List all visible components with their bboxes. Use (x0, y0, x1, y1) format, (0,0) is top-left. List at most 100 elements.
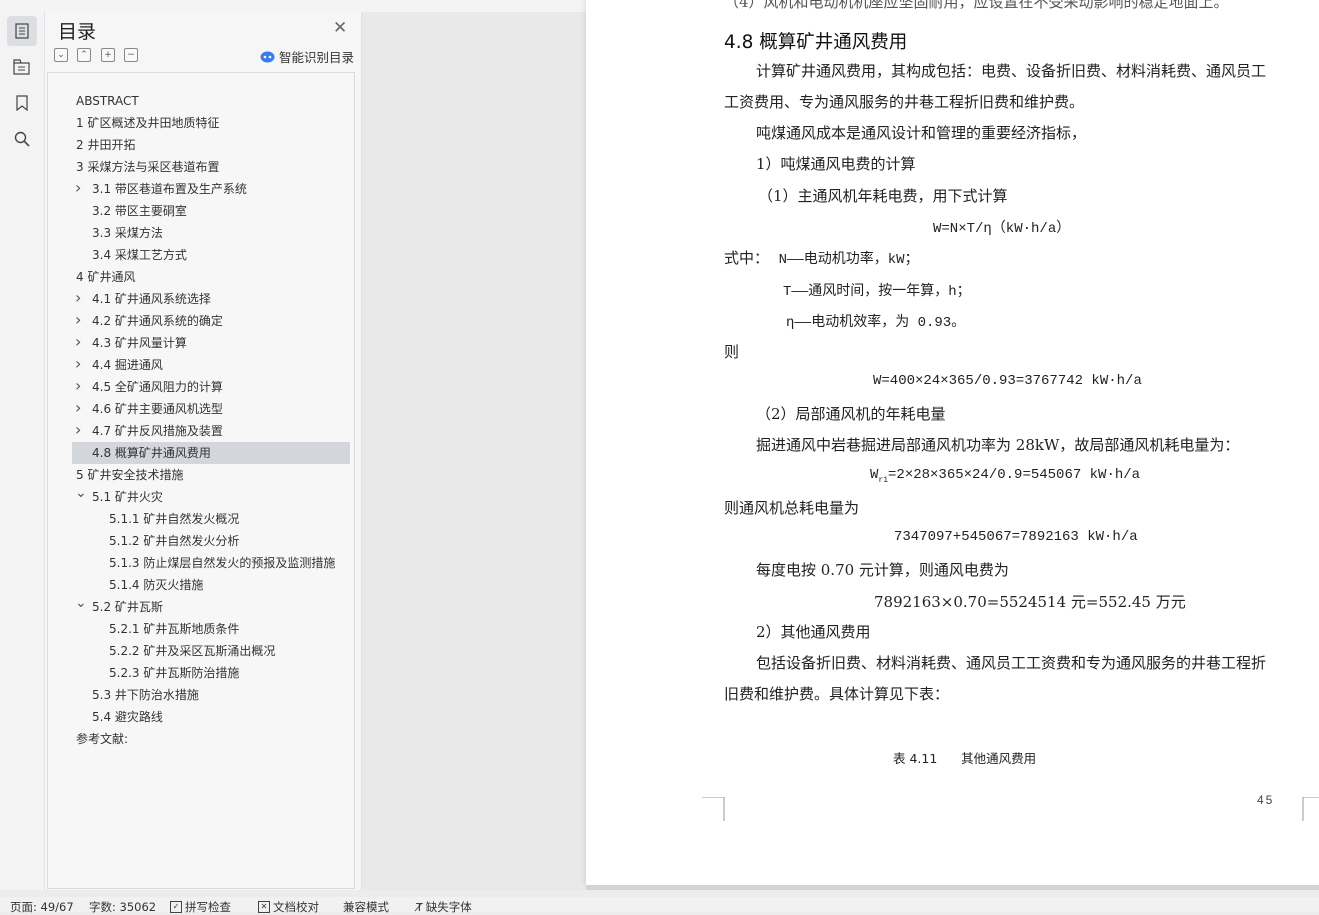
toc-item[interactable]: 参考文献: (72, 728, 350, 750)
document-page[interactable]: （4）风机和电动机机座应坚固耐用，应设置在不受采动影响的稳定地面上。 4.8 概… (586, 0, 1319, 885)
variable-definition: N——电动机功率，kW； (778, 252, 919, 268)
smart-toc-button[interactable]: 智能识别目录 (260, 47, 354, 66)
toc-list: ABSTRACT›1 矿区概述及井田地质特征›2 井田开拓⌄3 采煤方法与采区巷… (47, 72, 355, 889)
toc-item[interactable]: › 4.5 全矿通风阻力的计算 (72, 376, 350, 398)
proofread-icon: ✕ (258, 901, 270, 913)
word-count[interactable]: 字数: 35062 (89, 899, 156, 915)
where-prefix: 式中： (724, 249, 770, 267)
toc-item[interactable]: 4.8 概算矿井通风费用 (72, 442, 350, 464)
chevron-down-icon[interactable]: ⌄ (75, 486, 87, 504)
toc-item-label: 3.4 采煤工艺方式 (92, 248, 187, 262)
page-count[interactable]: 页面: 49/67 (10, 899, 74, 915)
toc-item[interactable]: ⌄5 矿井安全技术措施 (72, 464, 350, 486)
toc-item[interactable]: 5.4 避灾路线 (72, 706, 350, 728)
list-item-heading: 2）其他通风费用 (756, 623, 871, 641)
toc-item[interactable]: ⌄3 采煤方法与采区巷道布置 (72, 156, 350, 178)
bookmark-panel-button[interactable] (7, 88, 37, 118)
toc-item[interactable]: 3.2 带区主要硐室 (72, 200, 350, 222)
chevron-right-icon[interactable]: › (75, 310, 81, 331)
spell-check-button[interactable]: ✓ 拼写检查 (170, 899, 231, 915)
proofread-button[interactable]: ✕ 文档校对 (258, 899, 319, 915)
toc-item[interactable]: ›2 井田开拓 (72, 134, 350, 156)
toc-item-label: 4.2 矿井通风系统的确定 (92, 314, 223, 328)
toc-item-label: 4.1 矿井通风系统选择 (92, 292, 211, 306)
toc-item[interactable]: 5.2.2 矿井及采区瓦斯涌出概况 (72, 640, 350, 662)
search-icon (14, 131, 30, 147)
toc-item-label: 3.2 带区主要硐室 (92, 204, 187, 218)
toc-item[interactable]: 5.1.4 防灭火措施 (72, 574, 350, 596)
chevron-right-icon[interactable]: › (75, 398, 81, 419)
toc-item-label: 4.3 矿井风量计算 (92, 336, 187, 350)
toc-item[interactable]: 5.2.3 矿井瓦斯防治措施 (72, 662, 350, 684)
toc-item-label: 2 井田开拓 (76, 138, 136, 152)
toc-item[interactable]: 5.1.3 防止煤层自然发火的预报及监测措施 (72, 552, 350, 574)
toc-item-label: 5 矿井安全技术措施 (76, 468, 184, 482)
remove-heading-button[interactable]: − (124, 48, 138, 62)
missing-font-button[interactable]: T̸ 缺失字体 (416, 899, 472, 915)
chevron-right-icon[interactable]: › (75, 332, 81, 353)
list-subitem: （1）主通风机年耗电费，用下式计算 (758, 187, 1008, 205)
toc-item[interactable]: › 4.1 矿井通风系统选择 (72, 288, 350, 310)
formula: W=N×T/η（kW·h/a） (933, 221, 1071, 237)
add-heading-button[interactable]: + (101, 48, 115, 62)
status-bar: 页面: 49/67 字数: 35062 ✓ 拼写检查 ✕ 文档校对 兼容模式 T̸ 缺… (0, 897, 1319, 915)
chevron-right-icon[interactable]: › (75, 178, 81, 199)
checkbox-icon: ✓ (170, 901, 182, 913)
toc-item[interactable]: › 4.3 矿井风量计算 (72, 332, 350, 354)
toc-item[interactable]: 5.2.1 矿井瓦斯地质条件 (72, 618, 350, 640)
list-item-heading: 1）吨煤通风电费的计算 (756, 155, 916, 173)
toc-item[interactable]: 3.4 采煤工艺方式 (72, 244, 350, 266)
plus-icon: + (104, 49, 112, 60)
toc-item-label: 5.1.1 矿井自然发火概况 (109, 512, 240, 526)
chevron-right-icon[interactable]: › (75, 354, 81, 375)
toc-item-label: 4.4 掘进通风 (92, 358, 163, 372)
paragraph-text: 每度电按 0.70 元计算，则通风电费为 (756, 561, 1009, 579)
toc-item[interactable]: 5.3 井下防治水措施 (72, 684, 350, 706)
smart-toc-label: 智能识别目录 (279, 50, 355, 65)
chevron-up-icon: ⌃ (80, 49, 88, 60)
page-shadow (586, 885, 1319, 890)
toc-item[interactable]: › 4.2 矿井通风系统的确定 (72, 310, 350, 332)
toc-item[interactable]: ⌄4 矿井通风 (72, 266, 350, 288)
toc-item[interactable]: 5.1.2 矿井自然发火分析 (72, 530, 350, 552)
paragraph-text: （4）风机和电动机机座应坚固耐用，应设置在不受采动影响的稳定地面上。 (724, 0, 1229, 11)
toc-item[interactable]: ›1 矿区概述及井田地质特征 (72, 112, 350, 134)
formula: Wr1=2×28×365×24/0.9=545067 kW·h/a (870, 467, 1140, 485)
toc-item[interactable]: ⌄ 5.1 矿井火灾 (72, 486, 350, 508)
close-icon[interactable]: ✕ (333, 18, 347, 38)
toc-item-label: 5.2.2 矿井及采区瓦斯涌出概况 (109, 644, 276, 658)
list-subitem: （2）局部通风机的年耗电量 (756, 405, 946, 423)
toc-item[interactable]: ⌄ 5.2 矿井瓦斯 (72, 596, 350, 618)
toc-item[interactable]: › 3.1 带区巷道布置及生产系统 (72, 178, 350, 200)
collapse-all-button[interactable]: ⌃ (77, 48, 91, 62)
expand-all-button[interactable]: ⌄ (54, 48, 68, 62)
chevron-right-icon[interactable]: › (75, 376, 81, 397)
outline-panel-button[interactable] (7, 52, 37, 82)
toc-item-label: 5.1.2 矿井自然发火分析 (109, 534, 240, 548)
toc-title: 目录 (58, 21, 97, 43)
toc-item[interactable]: 3.3 采煤方法 (72, 222, 350, 244)
toc-panel-button[interactable] (7, 16, 37, 46)
toc-item[interactable]: › 4.6 矿井主要通风机选型 (72, 398, 350, 420)
section-heading: 4.8 概算矿井通风费用 (724, 32, 908, 53)
search-panel-button[interactable] (7, 124, 37, 154)
paragraph-text: 计算矿井通风费用，其构成包括：电费、设备折旧费、材料消耗费、通风员工 (756, 62, 1267, 80)
toc-item[interactable]: ABSTRACT (72, 90, 350, 112)
toc-item-label: 参考文献: (76, 732, 129, 746)
bookmark-icon (16, 95, 28, 111)
proofread-label: 文档校对 (273, 900, 319, 914)
chevron-right-icon[interactable]: › (75, 288, 81, 309)
spell-check-label: 拼写检查 (185, 900, 231, 914)
toc-item-label: 1 矿区概述及井田地质特征 (76, 116, 220, 130)
chevron-right-icon[interactable]: › (75, 420, 81, 441)
toc-item-label: 5.2.3 矿井瓦斯防治措施 (109, 666, 240, 680)
toc-item[interactable]: 5.1.1 矿井自然发火概况 (72, 508, 350, 530)
toc-item[interactable]: › 4.4 掘进通风 (72, 354, 350, 376)
toc-item[interactable]: › 4.7 矿井反风措施及装置 (72, 420, 350, 442)
outline-tree-icon (13, 59, 30, 75)
variable-definition: T——通风时间，按一年算，h； (783, 284, 971, 300)
chevron-down-icon[interactable]: ⌄ (75, 596, 87, 614)
chevron-down-icon: ⌄ (57, 49, 65, 60)
paragraph-text: 吨煤通风成本是通风设计和管理的重要经济指标， (756, 124, 1087, 142)
compat-mode-label: 兼容模式 (343, 900, 389, 914)
